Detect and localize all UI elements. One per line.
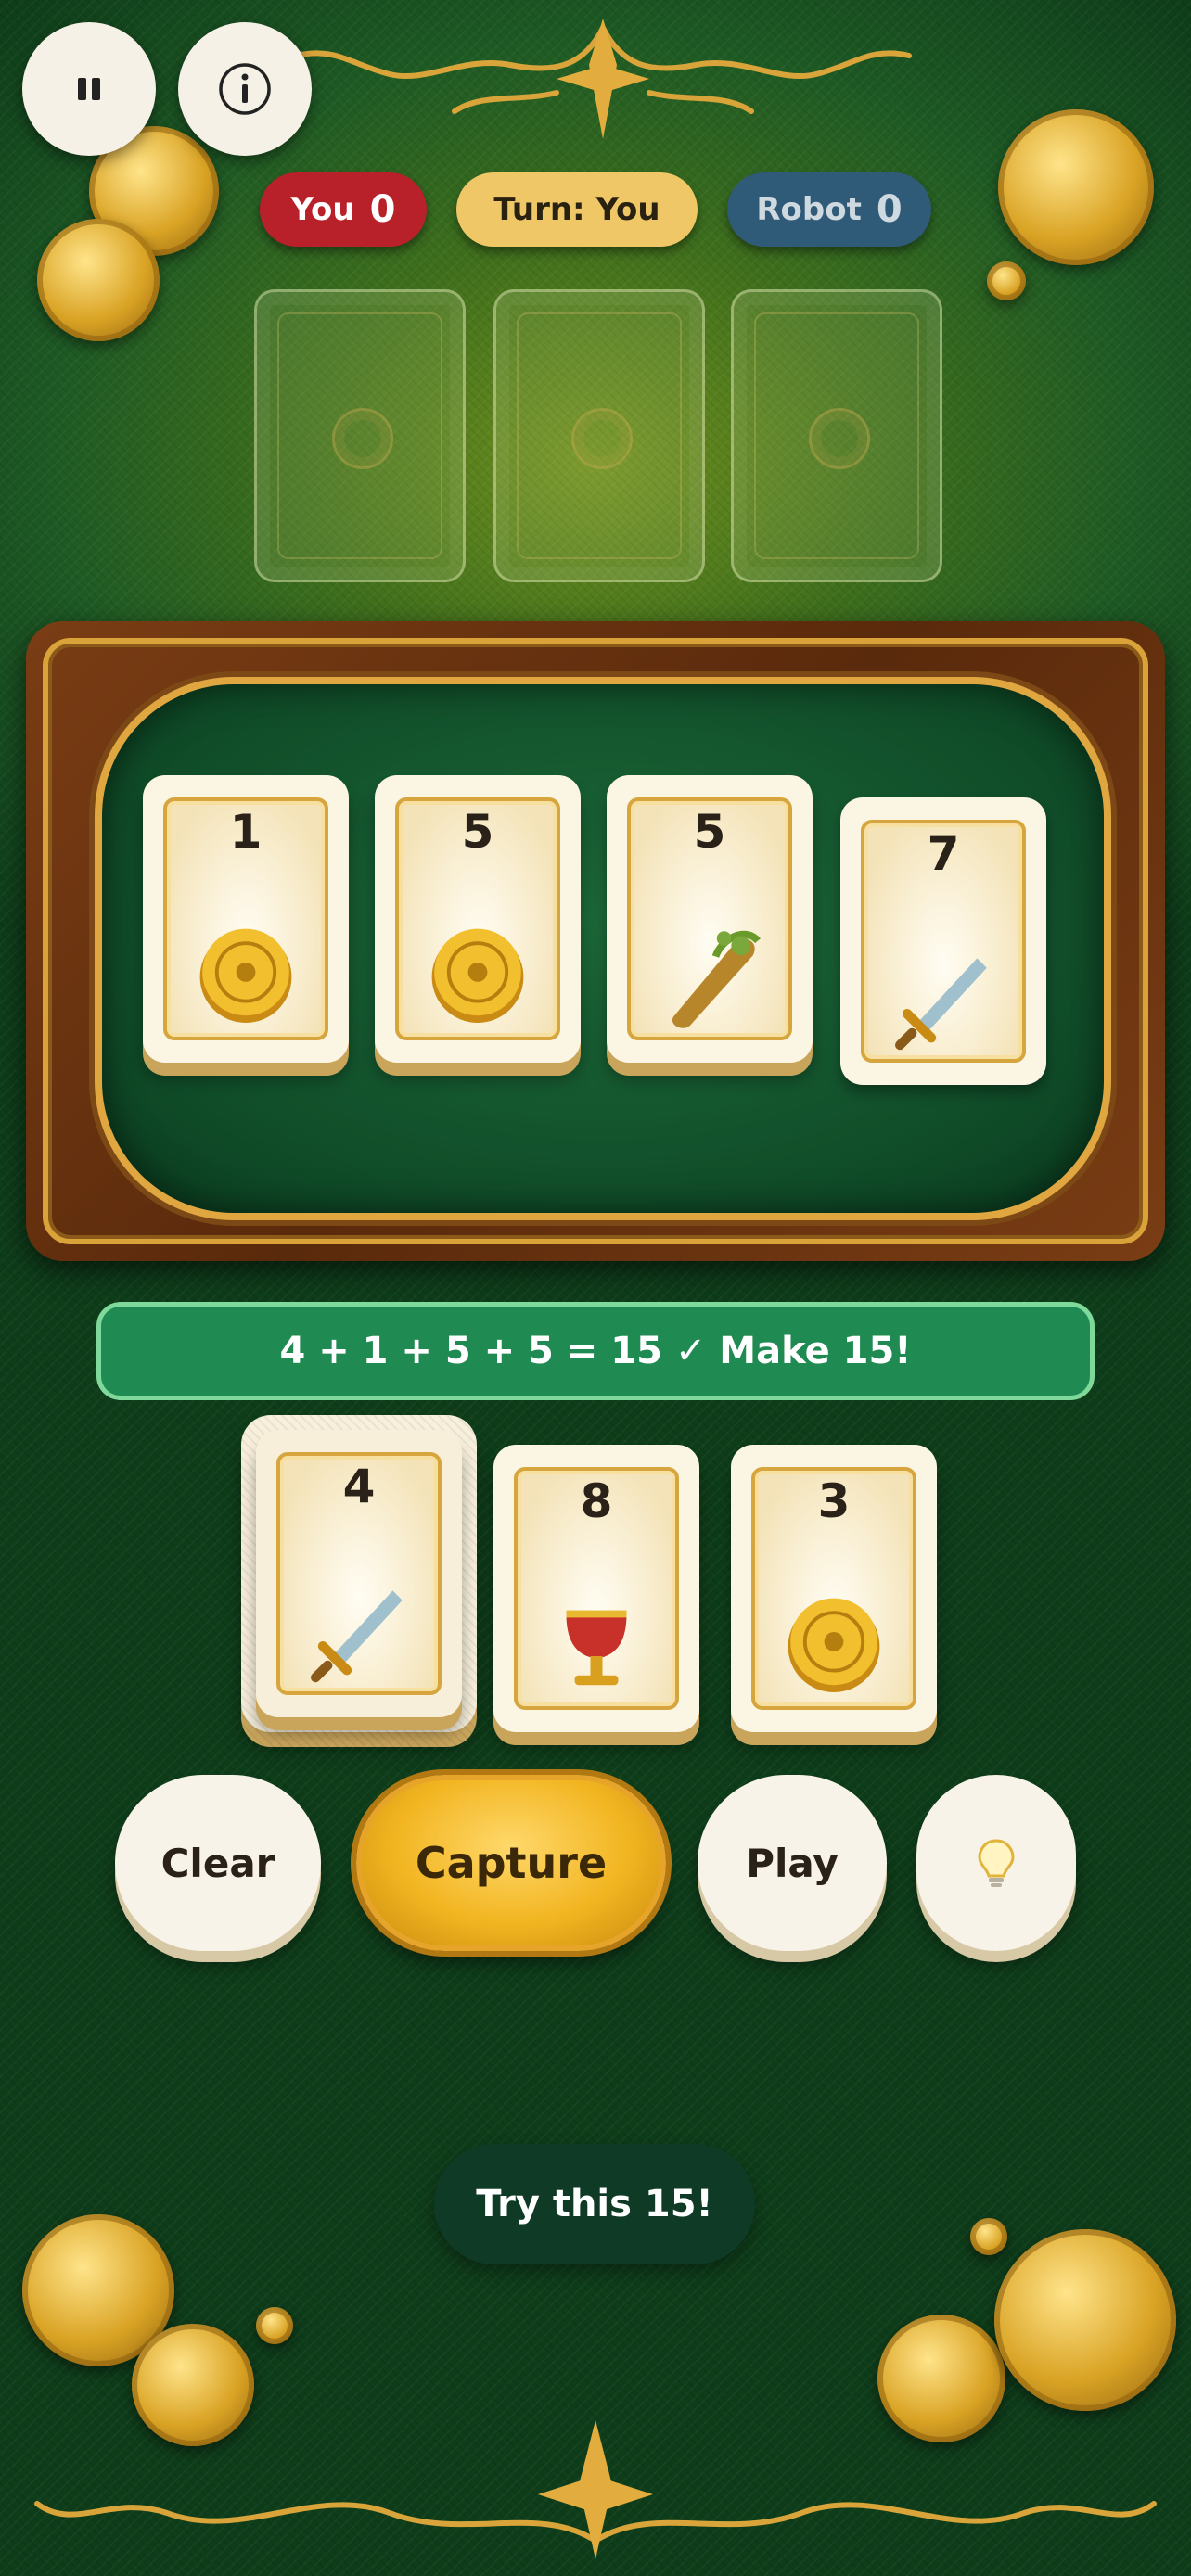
robot-score: 0 — [876, 188, 903, 231]
card-rank: 5 — [693, 805, 726, 859]
table-card[interactable]: 5 — [607, 775, 813, 1063]
decorative-coin — [987, 261, 1026, 300]
table-card[interactable]: 7 — [840, 797, 1046, 1085]
sword-icon — [883, 937, 1004, 1057]
hand-card-selected[interactable]: 4 — [241, 1415, 477, 1732]
robot-score-pill: Robot 0 — [727, 172, 931, 247]
table-card[interactable]: 5 — [375, 775, 581, 1063]
opponent-card-back — [493, 289, 705, 582]
table-card[interactable]: 1 — [143, 775, 349, 1063]
play-button[interactable]: Play — [698, 1775, 887, 1951]
card-rank: 4 — [342, 1460, 376, 1513]
lightbulb-icon — [978, 1839, 1015, 1887]
card-rank: 7 — [927, 827, 960, 881]
top-filigree — [294, 19, 912, 139]
decorative-coin — [970, 2218, 1007, 2255]
club-icon — [649, 914, 770, 1035]
hint-toast: Try this 15! — [434, 2144, 755, 2264]
coin-icon — [186, 914, 306, 1035]
turn-indicator: Turn: You — [456, 172, 698, 247]
clear-button[interactable]: Clear — [115, 1775, 321, 1951]
capture-label: Capture — [415, 1838, 608, 1888]
play-label: Play — [746, 1840, 839, 1886]
decorative-portrait-coin — [998, 109, 1154, 265]
capture-button[interactable]: Capture — [356, 1775, 666, 1951]
player-label: You — [290, 191, 355, 228]
info-button[interactable] — [178, 22, 312, 156]
card-rank: 5 — [461, 805, 494, 859]
clear-label: Clear — [160, 1840, 275, 1886]
hint-button[interactable] — [916, 1775, 1076, 1951]
turn-label: Turn: You — [493, 191, 660, 228]
coin-icon — [774, 1584, 894, 1704]
robot-label: Robot — [756, 191, 862, 228]
opponent-card-back — [731, 289, 942, 582]
opponent-card-back — [254, 289, 466, 582]
pause-icon — [78, 78, 100, 100]
hand-card[interactable]: 3 — [731, 1445, 937, 1732]
card-rank: 3 — [817, 1474, 851, 1528]
info-icon — [219, 63, 271, 115]
equation-banner: 4 + 1 + 5 + 5 = 15 ✓ Make 15! — [96, 1302, 1095, 1400]
cup-icon — [536, 1584, 657, 1704]
decorative-sun-coin — [994, 2229, 1176, 2411]
coin-icon — [417, 914, 538, 1035]
sword-icon — [299, 1569, 419, 1690]
player-score: 0 — [369, 188, 396, 231]
decorative-coin — [877, 2315, 1005, 2442]
decorative-coin — [132, 2324, 254, 2446]
decorative-coin — [256, 2307, 293, 2344]
decorative-coin — [37, 219, 160, 341]
pause-button[interactable] — [22, 22, 156, 156]
player-score-pill: You 0 — [260, 172, 427, 247]
hand-card[interactable]: 8 — [493, 1445, 699, 1732]
card-rank: 1 — [229, 805, 263, 859]
card-rank: 8 — [580, 1474, 613, 1528]
